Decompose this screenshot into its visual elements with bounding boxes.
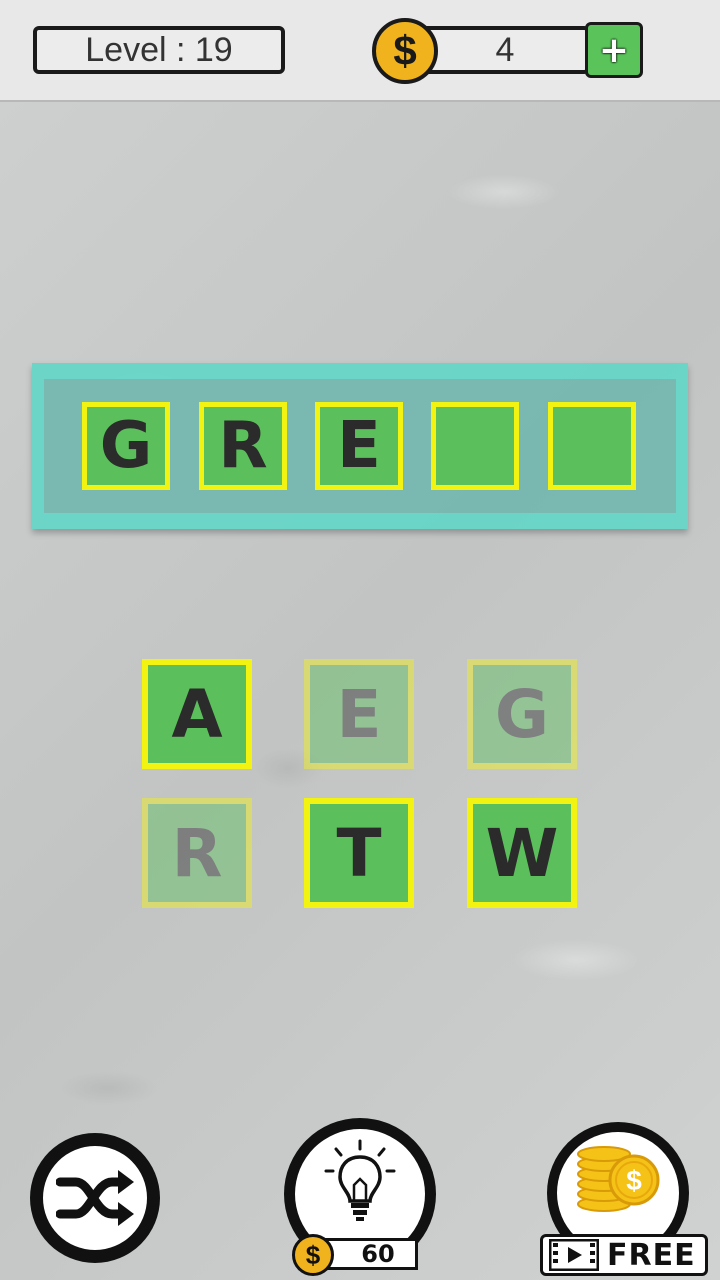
level-text: Level : 19: [85, 30, 233, 69]
letter-tile[interactable]: A: [142, 659, 252, 769]
free-label[interactable]: FREE: [540, 1234, 708, 1276]
answer-slot-3[interactable]: E: [315, 402, 403, 490]
video-icon: [549, 1239, 599, 1271]
lightbulb-icon: [324, 1139, 396, 1221]
hint-cost-value: 60: [361, 1240, 395, 1268]
letter-tile[interactable]: E: [304, 659, 414, 769]
answer-slot-1[interactable]: G: [82, 402, 170, 490]
letter-tile[interactable]: W: [467, 798, 577, 908]
shuffle-button[interactable]: [30, 1133, 160, 1263]
letter-tile[interactable]: R: [142, 798, 252, 908]
coin-count: 4: [495, 30, 515, 69]
coin-icon: $: [292, 1234, 334, 1276]
top-bar: Level : 19 4 $ +: [0, 0, 720, 102]
hint-cost: 60 $: [292, 1234, 422, 1276]
gold-coins-icon: $: [577, 1146, 660, 1212]
letter-tile[interactable]: T: [304, 798, 414, 908]
letter-tile[interactable]: G: [467, 659, 577, 769]
coin-icon: $: [372, 18, 438, 84]
answer-slot-2[interactable]: R: [199, 402, 287, 490]
level-indicator: Level : 19: [33, 26, 285, 74]
plus-icon: +: [598, 29, 630, 71]
coin-counter: 4: [420, 26, 590, 74]
shuffle-icon: [56, 1170, 134, 1226]
answer-slot-4[interactable]: [431, 402, 519, 490]
free-text: FREE: [607, 1237, 696, 1273]
answer-slot-5[interactable]: [548, 402, 636, 490]
add-coins-button[interactable]: +: [585, 22, 643, 78]
svg-text:$: $: [626, 1165, 642, 1196]
